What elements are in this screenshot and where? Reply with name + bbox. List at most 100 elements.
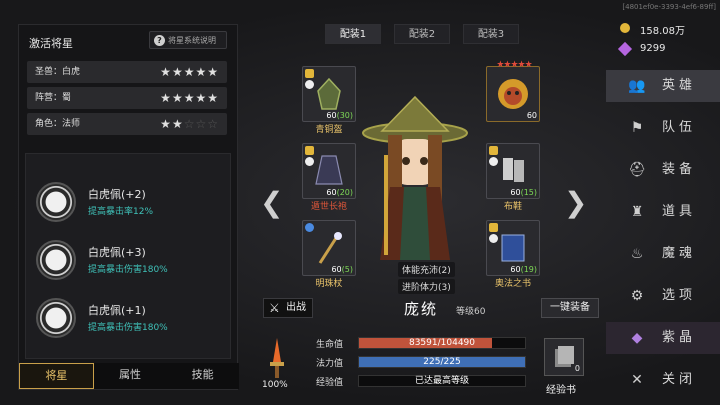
lion-pet-icon (498, 79, 528, 109)
help-label: 将星系统说明 (168, 36, 216, 45)
crossed-swords-icon: ⚔ (269, 301, 280, 315)
rank-badge-icon (489, 146, 498, 155)
attr-row-faction: 阵营：蜀 ★★★★★ (27, 87, 227, 109)
robe-icon (315, 155, 343, 185)
hero-level: 等级60 (456, 307, 486, 317)
deploy-label: 出战 (286, 302, 306, 313)
equip-name: 遁世长袍 (310, 202, 347, 212)
menu-item-crystal[interactable]: ◆ 紫晶 (606, 322, 720, 354)
exp-book-count: 0 (574, 364, 580, 373)
equip-slot-staff[interactable]: 60(5) (302, 220, 356, 276)
tab-loadout-1[interactable]: 配装1 (325, 24, 381, 44)
prev-hero-arrow-icon[interactable]: ❮ (260, 186, 283, 219)
star-icon: ★ (171, 91, 184, 105)
tab-loadout-2[interactable]: 配装2 (394, 24, 450, 44)
help-button[interactable]: ? 将星系统说明 (149, 31, 227, 49)
star-icon: ★ (195, 91, 208, 105)
attr-row-beast: 圣兽：白虎 ★★★★★ (27, 61, 227, 83)
buff-name: 白虎佩(+3) (88, 246, 146, 259)
exp-label: 经验值 (316, 378, 344, 388)
helmet-icon: ⛑ (628, 162, 646, 178)
attr-label: 阵营：蜀 (35, 93, 72, 103)
gem-amount: 9299 (640, 43, 666, 54)
equip-slot-helmet[interactable]: 60(30) (302, 66, 356, 122)
equip-slot-pet[interactable]: ★★★★★ 60 (486, 60, 540, 122)
tab-skills[interactable]: 技能 (166, 363, 239, 389)
tiger-pendant-icon (36, 298, 76, 338)
list-item[interactable]: 白虎佩(+1) 提高暴击伤害180% (32, 294, 222, 346)
buff-name: 白虎佩(+2) (88, 188, 146, 201)
yinyang-icon (305, 80, 314, 89)
flame-icon: ♨ (630, 246, 644, 262)
panel-tabs: 将星 属性 技能 (19, 363, 239, 389)
tab-stars[interactable]: 将星 (19, 363, 94, 389)
pet-star-rating: ★★★★★ (496, 60, 532, 70)
rank-badge-icon (305, 146, 314, 155)
deploy-button[interactable]: ⚔ 出战 (263, 298, 313, 318)
exp-book-slot[interactable]: 0 (544, 338, 584, 376)
equip-level: 60 (526, 111, 537, 120)
equip-name: 青铜盔 (315, 125, 343, 135)
menu-item-hero[interactable]: 👥 英雄 (606, 70, 720, 102)
panel-title: 激活将星 (29, 37, 73, 50)
next-hero-arrow-icon[interactable]: ❯ (564, 186, 587, 219)
menu-item-equipment[interactable]: ⛑ 装备 (606, 154, 720, 186)
star-icon: ★ (160, 117, 172, 131)
equip-name: 奥法之书 (494, 279, 531, 289)
star-icon: ★ (183, 91, 196, 105)
mp-value: 225/225 (423, 357, 461, 367)
equip-slot-robe[interactable]: 60(20) (302, 143, 356, 199)
hp-value: 83591/104490 (408, 338, 476, 348)
helmet-icon (317, 77, 341, 110)
gold-amount: 158.08万 (640, 26, 685, 37)
equip-slot-book[interactable]: 60(19) (486, 220, 540, 276)
star-icon: ★ (171, 117, 184, 131)
equip-name: 布鞋 (503, 202, 522, 212)
buff-desc: 提高暴击率12% (88, 207, 154, 217)
attr-label: 角色：法师 (35, 119, 81, 129)
skill-tag-1: 体能充沛(2) (398, 262, 455, 277)
star-icon: ★ (207, 91, 219, 105)
tiger-pendant-icon (36, 182, 76, 222)
star-icon: ★ (160, 65, 172, 79)
power-percent: 100% (262, 380, 288, 390)
gem-badge-icon (305, 223, 314, 232)
buff-list: 白虎佩(+2) 提高暴击率12% 白虎佩(+3) 提高暴击伤害180% 白虎佩(… (25, 153, 231, 359)
book-icon (501, 234, 525, 262)
gem-icon (617, 41, 633, 57)
mp-bar: 225/225 (358, 356, 526, 368)
bag-icon: ♜ (630, 204, 644, 220)
staff-icon (318, 232, 342, 264)
list-item[interactable]: 白虎佩(+3) 提高暴击伤害180% (32, 236, 222, 288)
tab-loadout-3[interactable]: 配装3 (463, 24, 519, 44)
exp-value: 已达最高等级 (414, 376, 469, 386)
star-icon: ★ (195, 65, 208, 79)
menu-item-soul[interactable]: ♨ 魔魂 (606, 238, 720, 270)
session-id: [4801ef0e-3393-4ef6-89ff] (622, 3, 716, 11)
star-rating: ★★★★★ (160, 61, 219, 83)
star-icon: ★ (160, 91, 172, 105)
flaming-sword-icon (270, 338, 284, 378)
list-item[interactable]: 白虎佩(+2) 提高暴击率12% (32, 178, 222, 230)
tab-attributes[interactable]: 属性 (94, 363, 167, 389)
yinyang-icon (305, 157, 314, 166)
star-empty-icon: ☆ (207, 117, 219, 131)
question-icon: ? (154, 35, 165, 46)
equip-level: 60(5) (331, 265, 353, 274)
shoes-icon (503, 158, 524, 182)
menu-item-team[interactable]: ⚑ 队伍 (606, 112, 720, 144)
menu-item-items[interactable]: ♜ 道具 (606, 196, 720, 228)
buff-desc: 提高暴击伤害180% (88, 323, 168, 333)
gear-icon: ⚙ (630, 288, 644, 304)
close-icon: ✕ (631, 372, 643, 388)
star-icon: ★ (171, 65, 184, 79)
equip-slot-shoes[interactable]: 60(15) (486, 143, 540, 199)
star-icon: ★ (183, 65, 196, 79)
rank-badge-icon (305, 69, 314, 78)
skill-tag-2: 进阶体力(3) (398, 279, 455, 294)
auto-equip-button[interactable]: 一键装备 (541, 298, 599, 318)
menu-item-options[interactable]: ⚙ 选项 (606, 280, 720, 312)
star-empty-icon: ☆ (183, 117, 196, 131)
menu-item-close[interactable]: ✕ 关闭 (606, 364, 720, 396)
buff-name: 白虎佩(+1) (88, 304, 146, 317)
